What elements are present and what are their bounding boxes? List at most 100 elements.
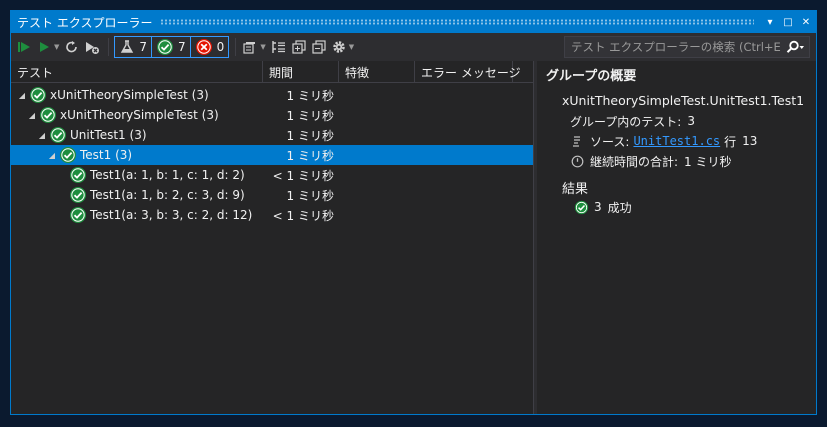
passed-results-line[interactable]: 3 成功 bbox=[546, 197, 816, 217]
failed-icon bbox=[195, 39, 212, 55]
test-name: xUnitTheorySimpleTest (3) bbox=[60, 108, 219, 122]
source-label: ソース: bbox=[590, 134, 630, 149]
tree-row[interactable]: ◢ UnitTest1 (3) 1 ミリ秒 bbox=[11, 125, 533, 145]
play-icon bbox=[40, 42, 49, 52]
source-line-number: 13 bbox=[742, 134, 758, 148]
tests-in-group-value: 3 bbox=[687, 114, 695, 128]
test-duration: 1 ミリ秒 bbox=[286, 128, 334, 143]
settings-button[interactable] bbox=[330, 36, 348, 58]
window-position-dropdown-icon[interactable]: ▾ bbox=[762, 14, 778, 30]
test-name: Test1(a: 1, b: 2, c: 3, d: 9) bbox=[90, 188, 245, 202]
cancel-run-button[interactable] bbox=[83, 36, 101, 58]
test-duration: < 1 ミリ秒 bbox=[272, 168, 334, 183]
gear-icon bbox=[332, 41, 345, 53]
group-name: xUnitTheorySimpleTest.UnitTest1.Test1 bbox=[562, 93, 805, 108]
expand-arrow-icon[interactable]: ◢ bbox=[17, 91, 27, 100]
group-by-icon bbox=[272, 41, 285, 53]
passed-icon bbox=[30, 87, 46, 103]
test-name: UnitTest1 (3) bbox=[70, 128, 147, 142]
passed-icon bbox=[50, 127, 66, 143]
passed-icon bbox=[60, 147, 76, 163]
expand-arrow-icon[interactable]: ◢ bbox=[47, 151, 57, 160]
expand-all-button[interactable] bbox=[290, 36, 308, 58]
search-input[interactable]: テスト エクスプローラーの検索 (Ctrl+E) bbox=[565, 39, 781, 55]
search-box[interactable]: テスト エクスプローラーの検索 (Ctrl+E) bbox=[564, 36, 810, 58]
tests-in-group-line: グループ内のテスト: 3 bbox=[546, 111, 816, 131]
test-duration: 1 ミリ秒 bbox=[286, 148, 334, 163]
passed-icon bbox=[70, 167, 86, 183]
all-tests-count: 7 bbox=[139, 40, 148, 54]
toolbar: ▼ 7 7 0 ▼ ▼ テスト エクスプローラーの検索 (Ctrl+E) bbox=[11, 33, 816, 61]
window-title: テスト エクスプローラー bbox=[17, 15, 153, 30]
tree-row[interactable]: Test1(a: 1, b: 2, c: 3, d: 9) 1 ミリ秒 bbox=[11, 185, 533, 205]
test-tree: ◢ xUnitTheorySimpleTest (3) 1 ミリ秒 ◢ xUni… bbox=[11, 85, 533, 225]
toolbar-separator bbox=[235, 38, 237, 56]
playlist-icon bbox=[243, 42, 256, 54]
test-duration: 1 ミリ秒 bbox=[286, 88, 334, 103]
run-button[interactable] bbox=[35, 36, 53, 58]
source-line: ソース: UnitTest1.cs 行 13 bbox=[546, 131, 816, 151]
filter-all-tests[interactable]: 7 bbox=[114, 36, 153, 58]
cancel-run-icon bbox=[86, 42, 100, 54]
passed-icon bbox=[70, 207, 86, 223]
column-header-duration[interactable]: 期間 bbox=[263, 61, 339, 83]
test-name: Test1(a: 3, b: 3, c: 2, d: 12) bbox=[90, 208, 253, 222]
passed-count: 3 bbox=[594, 200, 602, 214]
close-icon[interactable]: ✕ bbox=[798, 14, 814, 30]
passed-tests-count: 7 bbox=[178, 40, 186, 54]
group-by-button[interactable] bbox=[270, 36, 288, 58]
column-header-error-message[interactable]: エラー メッセージ bbox=[415, 61, 521, 83]
column-header-traits[interactable]: 特徴 bbox=[339, 61, 415, 83]
column-headers: テスト 期間 特徴 エラー メッセージ bbox=[11, 61, 533, 83]
expand-all-icon bbox=[292, 40, 306, 54]
test-duration: 1 ミリ秒 bbox=[286, 188, 334, 203]
toolbar-separator bbox=[108, 38, 110, 56]
passed-icon bbox=[574, 200, 589, 214]
test-explorer-window: テスト エクスプローラー ▾ □ ✕ ▼ 7 7 0 ▼ ▼ テスト エクスプロ… bbox=[10, 10, 817, 415]
test-duration: < 1 ミリ秒 bbox=[272, 208, 334, 223]
test-duration: 1 ミリ秒 bbox=[286, 108, 334, 123]
playlist-dropdown-icon[interactable]: ▼ bbox=[260, 43, 265, 51]
clock-icon bbox=[570, 155, 584, 168]
source-file-link[interactable]: UnitTest1.cs bbox=[633, 134, 720, 148]
tree-row[interactable]: ◢ xUnitTheorySimpleTest (3) 1 ミリ秒 bbox=[11, 85, 533, 105]
title-bar[interactable]: テスト エクスプローラー ▾ □ ✕ bbox=[11, 11, 816, 33]
test-list-pane: テスト 期間 特徴 エラー メッセージ ◢ xUnitTheorySimpleT… bbox=[11, 61, 533, 414]
run-all-icon bbox=[18, 42, 30, 52]
filter-failed-tests[interactable]: 0 bbox=[189, 36, 230, 58]
tree-row[interactable]: Test1(a: 1, b: 1, c: 1, d: 2) < 1 ミリ秒 bbox=[11, 165, 533, 185]
group-summary-pane: グループの概要 xUnitTheorySimpleTest.UnitTest1.… bbox=[537, 61, 816, 414]
results-heading: 結果 bbox=[562, 181, 589, 197]
refresh-icon bbox=[66, 41, 78, 53]
collapse-all-button[interactable] bbox=[310, 36, 328, 58]
tree-row-selected[interactable]: ◢ Test1 (3) 1 ミリ秒 bbox=[11, 145, 533, 165]
tests-in-group-label: グループ内のテスト: bbox=[570, 114, 682, 129]
failed-tests-count: 0 bbox=[216, 40, 225, 54]
source-line-label: 行 bbox=[724, 134, 737, 149]
filter-passed-tests[interactable]: 7 bbox=[151, 36, 191, 58]
playlist-button[interactable] bbox=[241, 36, 259, 58]
test-name: Test1 (3) bbox=[80, 148, 133, 162]
maximize-icon[interactable]: □ bbox=[780, 14, 796, 30]
expand-arrow-icon[interactable]: ◢ bbox=[27, 111, 37, 120]
passed-icon bbox=[157, 39, 174, 55]
tree-row[interactable]: ◢ xUnitTheorySimpleTest (3) 1 ミリ秒 bbox=[11, 105, 533, 125]
drag-grip[interactable] bbox=[160, 19, 754, 25]
test-name: Test1(a: 1, b: 1, c: 1, d: 2) bbox=[90, 168, 245, 182]
summary-title: グループの概要 bbox=[546, 68, 637, 84]
column-header-test[interactable]: テスト bbox=[11, 61, 263, 83]
search-icon bbox=[786, 40, 804, 53]
total-duration-label: 継続時間の合計: bbox=[590, 154, 679, 169]
run-dropdown-icon[interactable]: ▼ bbox=[54, 43, 59, 51]
tree-row[interactable]: Test1(a: 3, b: 3, c: 2, d: 12) < 1 ミリ秒 bbox=[11, 205, 533, 225]
collapse-all-icon bbox=[312, 40, 326, 54]
passed-icon bbox=[40, 107, 56, 123]
total-duration-line: 継続時間の合計: 1 ミリ秒 bbox=[546, 151, 816, 171]
settings-dropdown-icon[interactable]: ▼ bbox=[349, 43, 354, 51]
total-duration-value: 1 ミリ秒 bbox=[684, 154, 732, 169]
search-button[interactable] bbox=[781, 40, 809, 54]
run-all-button[interactable] bbox=[15, 36, 33, 58]
passed-label: 成功 bbox=[607, 200, 632, 215]
expand-arrow-icon[interactable]: ◢ bbox=[37, 131, 47, 140]
refresh-button[interactable] bbox=[63, 36, 81, 58]
